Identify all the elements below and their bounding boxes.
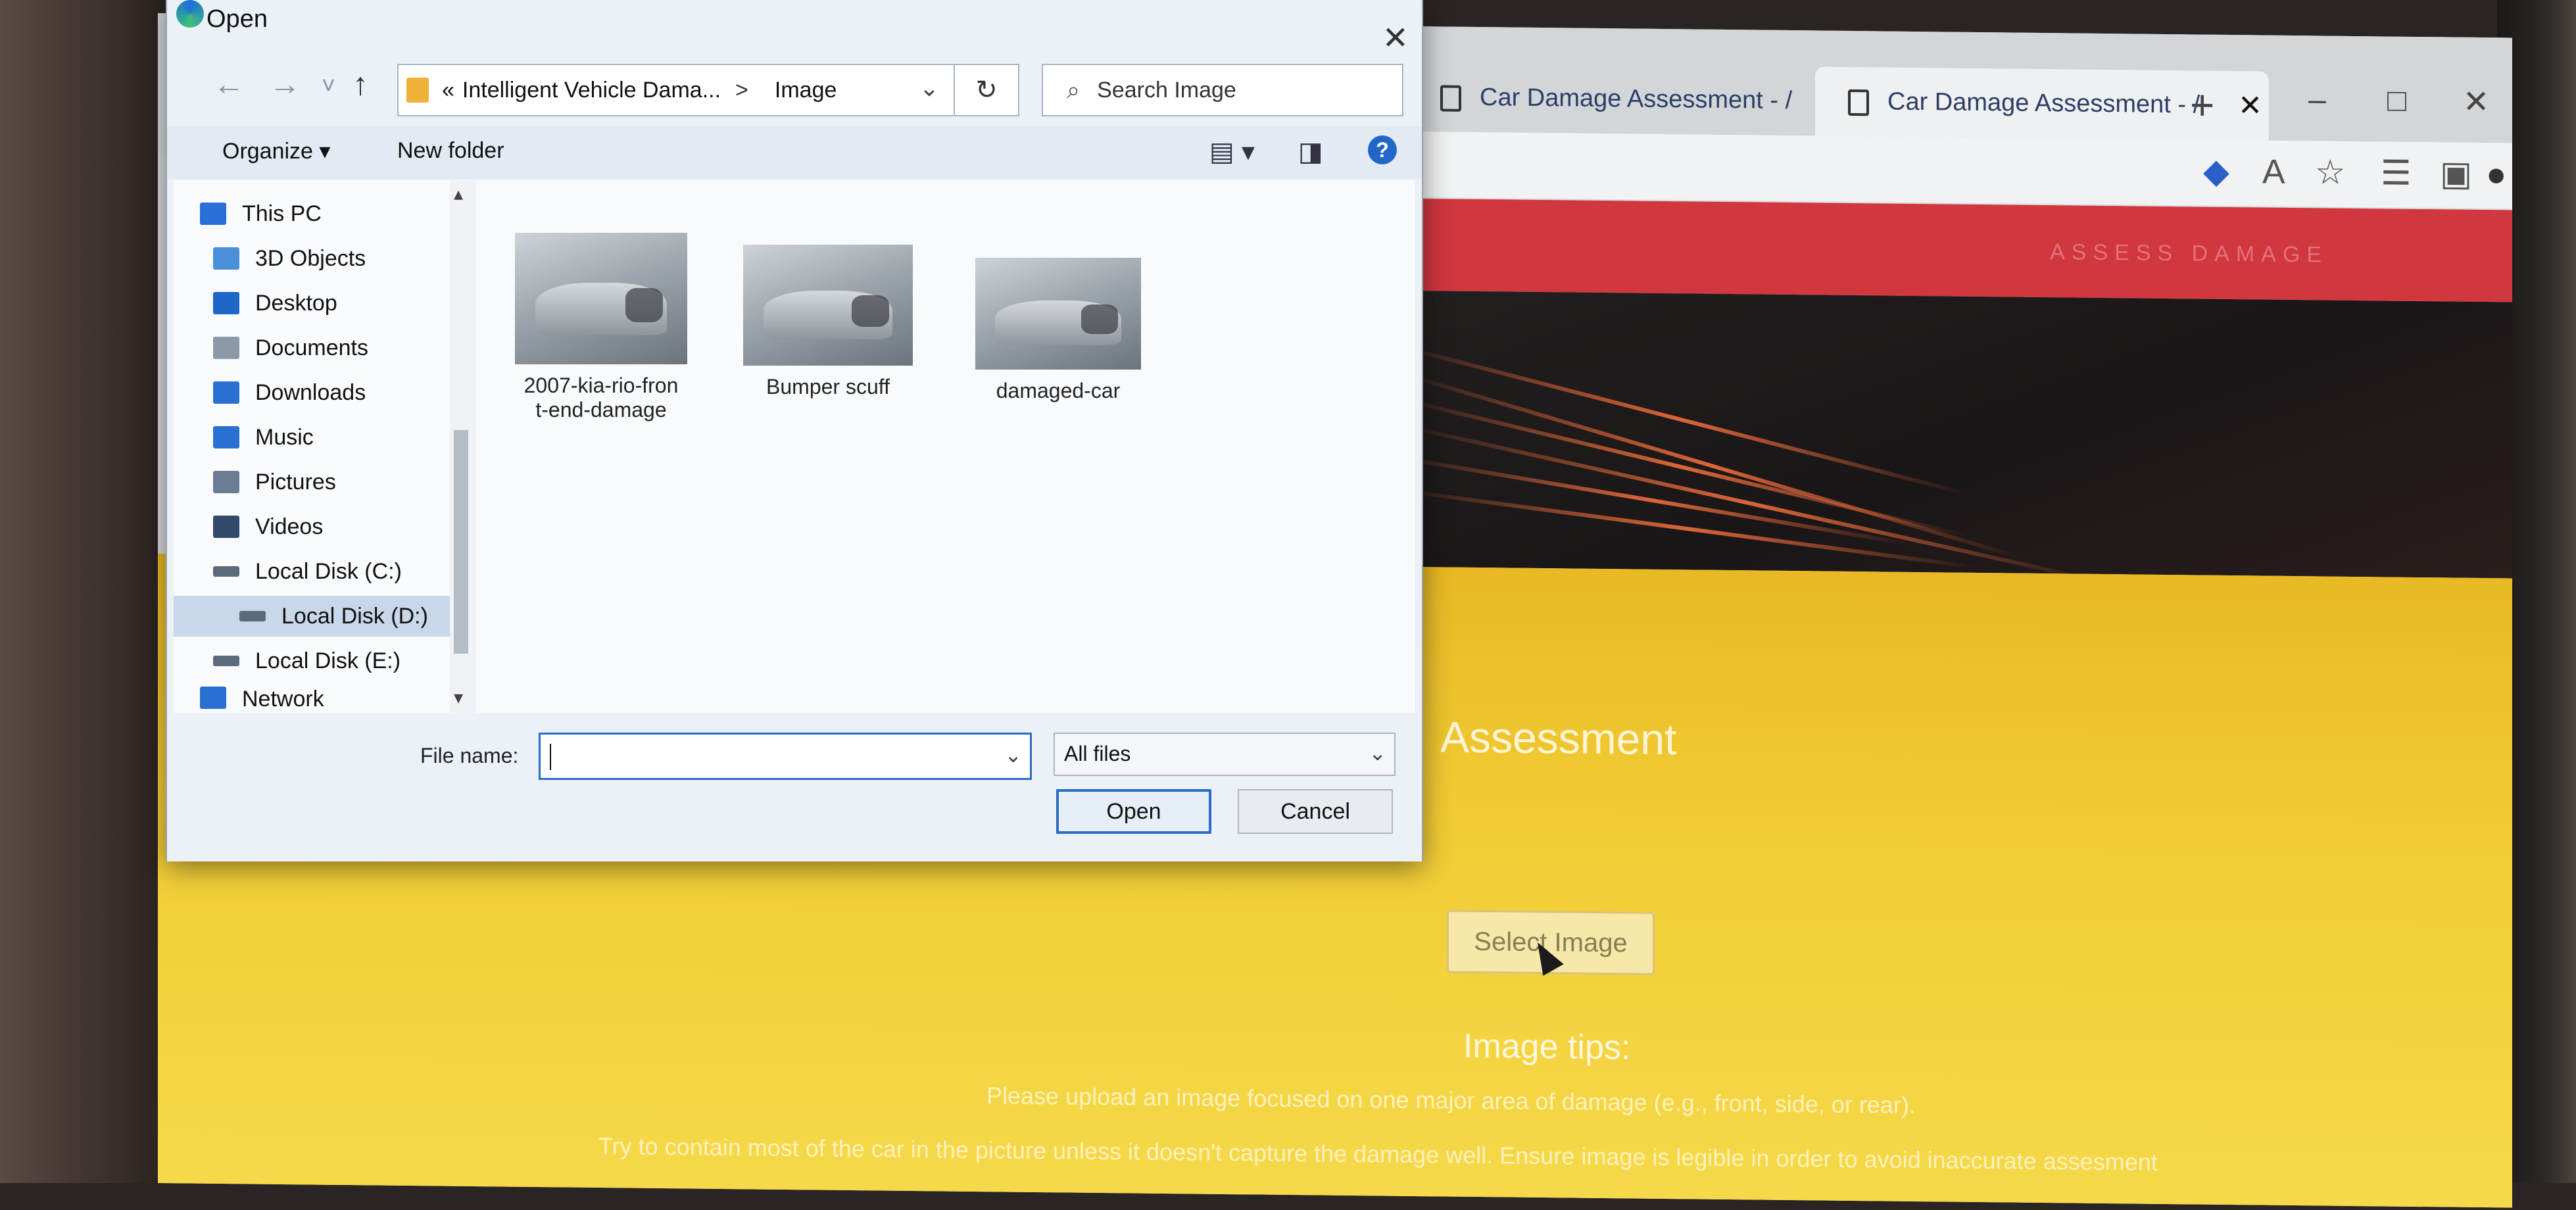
pc-icon — [200, 203, 226, 225]
open-button[interactable]: Open — [1056, 789, 1211, 834]
nav-item-videos[interactable]: Videos — [213, 506, 456, 547]
disk-icon — [213, 656, 239, 666]
file-item[interactable]: damaged-car — [963, 258, 1154, 403]
new-folder-button[interactable]: New folder — [397, 138, 504, 164]
breadcrumb-separator: > — [735, 77, 748, 103]
file-name: Bumper scuff — [766, 375, 890, 399]
nav-item-local-disk-c[interactable]: Local Disk (C:) — [213, 551, 456, 592]
address-bar-row: ← → ˅ ↑ « Intelligent Vehicle Dama... > … — [167, 57, 1422, 130]
tips-heading: Image tips: — [1463, 1027, 1631, 1067]
videos-icon — [213, 516, 239, 538]
chevron-down-icon[interactable]: ⌄ — [1004, 742, 1022, 767]
chevron-down-icon: ⌄ — [1369, 741, 1386, 765]
file-name: 2007-kia-rio-fron — [523, 374, 679, 397]
profile-icon[interactable]: ● — [2486, 155, 2506, 194]
preview-pane-icon[interactable]: ◨ — [1298, 137, 1323, 167]
hero-image — [1394, 290, 2512, 579]
disk-icon — [239, 611, 266, 621]
nav-item-pictures[interactable]: Pictures — [213, 462, 456, 502]
dialog-title: Open — [207, 5, 268, 33]
open-file-dialog: Open ✕ ← → ˅ ↑ « Intelligent Vehicle Dam… — [166, 0, 1423, 861]
nav-link-assess-damage[interactable]: ASSESS DAMAGE — [2050, 239, 2328, 268]
back-icon[interactable]: ← — [213, 66, 245, 103]
file-name-label: File name: — [420, 744, 519, 767]
nav-item-music[interactable]: Music — [213, 417, 456, 458]
nav-item-local-disk-e[interactable]: Local Disk (E:) — [213, 641, 456, 681]
search-input[interactable]: ⌕ Search Image — [1042, 64, 1403, 116]
desktop-icon — [213, 292, 239, 314]
file-name: damaged-car — [996, 379, 1121, 402]
navigation-pane: This PC 3D Objects Desktop Documents Dow… — [174, 180, 456, 713]
minimize-icon[interactable]: – — [2308, 82, 2326, 118]
cube-icon — [213, 247, 239, 270]
file-list: 2007-kia-rio-fron t-end-damage Bumper sc… — [476, 180, 1415, 713]
favorite-add-icon[interactable]: ☆ — [2315, 153, 2346, 192]
refresh-icon[interactable]: ↻ — [954, 65, 1018, 115]
breadcrumb-prefix: « — [442, 77, 454, 103]
nav-item-downloads[interactable]: Downloads — [213, 372, 456, 413]
recent-locations-icon[interactable]: ˅ — [322, 72, 335, 99]
file-name: t-end-damage — [535, 398, 667, 422]
tag-icon[interactable]: ◆ — [2203, 152, 2229, 191]
view-options-icon[interactable]: ▤ ▾ — [1209, 137, 1255, 167]
tab-label: Car Damage Assessment - / — [1480, 84, 1793, 115]
maximize-icon[interactable]: □ — [2387, 83, 2406, 119]
forward-icon[interactable]: → — [269, 66, 301, 103]
nav-item-network[interactable]: Network — [200, 687, 443, 713]
page-icon — [1848, 89, 1869, 116]
page-icon — [1440, 85, 1461, 112]
cancel-button[interactable]: Cancel — [1238, 789, 1393, 834]
nav-item-desktop[interactable]: Desktop — [213, 283, 456, 324]
help-icon[interactable]: ? — [1368, 135, 1397, 164]
collections-icon[interactable]: ▣ — [2440, 154, 2472, 194]
dialog-footer: File name: ⌄ All files ⌄ Open Cancel — [167, 713, 1422, 861]
nav-item-local-disk-d[interactable]: Local Disk (D:) — [174, 596, 450, 637]
command-bar: Organize ▾ New folder ▤ ▾ ◨ ? — [167, 126, 1422, 179]
nav-item-this-pc[interactable]: This PC — [200, 193, 443, 234]
favorites-icon[interactable]: ☰ — [2381, 153, 2412, 193]
file-item[interactable]: 2007-kia-rio-fron t-end-damage — [502, 233, 700, 422]
file-item[interactable]: Bumper scuff — [733, 245, 923, 399]
new-tab-icon[interactable]: + — [2190, 80, 2214, 129]
documents-icon — [213, 337, 239, 359]
browser-toolbar: ◆ A ☆ ☰ ▣ ● — [1394, 131, 2512, 209]
tab-car-damage-1[interactable]: Car Damage Assessment - / ✕ — [1407, 62, 1861, 136]
file-thumbnail — [743, 245, 913, 366]
scroll-down-icon[interactable]: ▾ — [454, 687, 463, 708]
scroll-thumb[interactable] — [454, 430, 468, 654]
close-icon[interactable]: ✕ — [1382, 20, 1409, 57]
nav-item-3d-objects[interactable]: 3D Objects — [213, 238, 456, 279]
breadcrumb-parent[interactable]: Intelligent Vehicle Dama... — [462, 78, 721, 103]
chevron-down-icon[interactable]: ⌄ — [919, 74, 939, 102]
text-caret — [550, 744, 551, 770]
search-icon: ⌕ — [1067, 76, 1081, 103]
file-type-select[interactable]: All files ⌄ — [1054, 733, 1396, 776]
file-name-input[interactable]: ⌄ — [539, 733, 1032, 780]
close-tab-icon[interactable]: ✕ — [2238, 89, 2262, 122]
search-placeholder: Search Image — [1097, 77, 1236, 103]
site-header: ASSESS DAMAGE — [1394, 198, 2512, 302]
scroll-up-icon[interactable]: ▴ — [454, 183, 463, 205]
page-heading: Assessment — [1440, 712, 1677, 764]
edge-icon — [176, 0, 204, 28]
up-folder-icon[interactable]: ↑ — [352, 66, 368, 103]
close-window-icon[interactable]: ✕ — [2463, 84, 2489, 120]
address-bar[interactable]: « Intelligent Vehicle Dama... > Image ⌄ … — [397, 64, 1019, 116]
disk-icon — [213, 566, 239, 577]
nav-pane-scrollbar[interactable]: ▴ ▾ — [450, 180, 472, 713]
file-thumbnail — [515, 233, 687, 364]
downloads-icon — [213, 381, 239, 404]
file-thumbnail — [975, 258, 1141, 370]
breadcrumb-current[interactable]: Image — [775, 78, 837, 103]
folder-icon — [406, 78, 429, 103]
pictures-icon — [213, 471, 239, 493]
organize-button[interactable]: Organize ▾ — [222, 138, 330, 164]
tab-label: Car Damage Assessment - / — [1887, 87, 2200, 119]
read-aloud-icon[interactable]: A — [2262, 153, 2285, 192]
nav-item-documents[interactable]: Documents — [213, 327, 456, 368]
music-icon — [213, 426, 239, 448]
network-icon — [200, 687, 226, 709]
